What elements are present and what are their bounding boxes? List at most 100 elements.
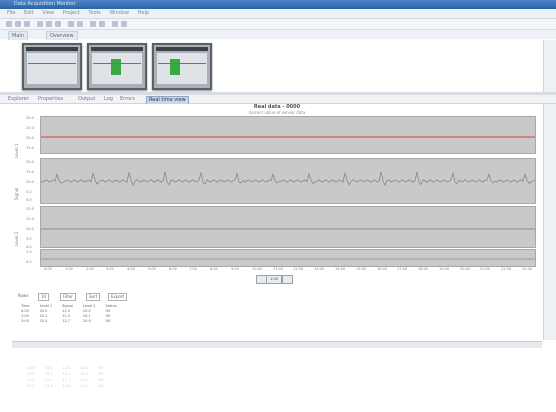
new-icon[interactable] — [6, 21, 12, 27]
menu-project[interactable]: Project — [63, 10, 80, 16]
x-tick-label: 5:00 — [148, 267, 156, 271]
export-button[interactable]: Export — [108, 293, 128, 301]
table-cell: OK — [98, 384, 104, 388]
settings-icon[interactable] — [112, 21, 118, 27]
plot-panel-1 — [40, 116, 536, 154]
copy-icon[interactable] — [46, 21, 52, 27]
panel-2-ytick: 20.0 — [26, 160, 34, 164]
next-button[interactable] — [282, 275, 293, 284]
menu-window[interactable]: Window — [109, 10, 129, 16]
screen-thumbnail[interactable] — [152, 43, 212, 90]
panel-3-ylabel: Level 2 — [14, 231, 19, 246]
menu-file[interactable]: File — [7, 10, 15, 16]
zoom-out-icon[interactable] — [99, 21, 105, 27]
x-tick-label: 9:00 — [231, 267, 239, 271]
chart-panel: Real data - 0000 current value of sensor… — [12, 104, 542, 290]
filter-button[interactable]: Filter — [60, 293, 76, 301]
menu-edit[interactable]: Edit — [24, 10, 34, 16]
tab-log[interactable]: Log — [104, 96, 113, 103]
screen-thumbnail[interactable] — [22, 43, 82, 90]
x-axis: 0:00 1:00 2:00 3:00 4:00 5:00 6:00 7:00 8:00 9:00… — [40, 267, 534, 273]
plot-panel-4 — [40, 249, 536, 267]
sort-button[interactable]: Sort — [86, 293, 101, 301]
zoom-in-icon[interactable] — [90, 21, 96, 27]
tab-overview[interactable]: Overview — [46, 31, 78, 40]
x-tick-label: 22:00 — [501, 267, 512, 271]
thumbnail-header — [156, 47, 208, 51]
data-table-region: Rows 10 Filter Sort Export Time Level 1 … — [12, 292, 542, 340]
x-tick-label: 8:00 — [210, 267, 218, 271]
run-icon[interactable] — [68, 21, 74, 27]
menu-tools[interactable]: Tools — [88, 10, 100, 16]
x-tick-label: 21:00 — [480, 267, 491, 271]
tab-properties[interactable]: Properties — [38, 96, 63, 103]
x-tick-label: 18:00 — [418, 267, 429, 271]
panel-2-ytick: 0.0 — [26, 198, 32, 202]
thumbnail-pane — [12, 40, 542, 92]
data-table: Time Level 1 Signal Level 2 Status 0:00 … — [16, 304, 122, 324]
thumbnail-body — [27, 53, 77, 84]
table-row[interactable]: 2:00 25.0 12.7 10.0 OK — [16, 319, 122, 324]
time-field[interactable]: 1:00 — [266, 275, 282, 284]
thumbnail-graph — [93, 63, 141, 64]
panel-4-ytick: 1.0 — [26, 250, 32, 254]
open-icon[interactable] — [15, 21, 21, 27]
table-row: 3:00 24.9 12.6 10.2 OK — [22, 383, 108, 389]
x-tick-label: 2:00 — [86, 267, 94, 271]
stop-icon[interactable] — [77, 21, 83, 27]
table-cell: 12.6 — [62, 384, 71, 388]
right-scrollbar[interactable] — [543, 40, 556, 340]
plot-panel-3-svg — [41, 228, 535, 230]
plot-panel-2 — [40, 158, 536, 204]
table-toolbar: Rows 10 Filter Sort Export — [12, 292, 542, 301]
plot-panel-2-svg — [40, 171, 536, 187]
panel-1-ytick: 25.0 — [26, 126, 34, 130]
rows-select[interactable]: 10 — [38, 293, 50, 301]
x-tick-label: 20:00 — [460, 267, 471, 271]
window-title-bar: Data Acquisition Monitor — [0, 0, 556, 9]
tab-main[interactable]: Main — [8, 31, 28, 40]
thumbnail-graph — [158, 63, 206, 64]
x-tick-label: 10:00 — [252, 267, 263, 271]
tab-main-label: Main — [12, 33, 24, 39]
screen-thumbnail[interactable] — [87, 43, 147, 90]
status-strip[interactable] — [12, 341, 542, 348]
tab-output[interactable]: Output — [78, 96, 95, 103]
panel-2-ytick: 5.0 — [26, 190, 32, 194]
save-icon[interactable] — [24, 21, 30, 27]
table-cell: OK — [105, 319, 111, 323]
chart-subtitle: current value of sensor data — [248, 110, 306, 115]
panel-1-ylabel: Level 1 — [14, 143, 19, 158]
menu-help[interactable]: Help — [138, 10, 149, 16]
window-title: Data Acquisition Monitor — [14, 1, 76, 7]
panel-1-ytick: 15.0 — [26, 146, 34, 150]
time-navigator: 1:00 — [256, 275, 316, 284]
tab-explorer[interactable]: Explorer — [8, 96, 29, 103]
document-tab-strip: Main Overview — [0, 30, 556, 40]
thumbnail-graph — [28, 63, 76, 64]
help-icon[interactable] — [121, 21, 127, 27]
x-tick-label: 3:00 — [106, 267, 114, 271]
table-cell: 2:00 — [21, 319, 29, 323]
thumbnail-indicator — [170, 59, 180, 75]
tab-errors[interactable]: Errors — [120, 96, 135, 103]
plot-panel-1-svg — [41, 136, 535, 138]
cut-icon[interactable] — [37, 21, 43, 27]
reflected-table: 0:00 25.0 12.5 10.0 OK 1:00 25.1 12.3 10… — [22, 365, 108, 389]
x-tick-label: 19:00 — [439, 267, 450, 271]
panel-2-ytick: 10.0 — [26, 180, 34, 184]
thumbnail-header — [26, 47, 78, 51]
panel-3-ytick: 0.0 — [26, 245, 32, 249]
table-cell: 10.2 — [80, 384, 89, 388]
paste-icon[interactable] — [55, 21, 61, 27]
panel-1-ytick: 20.0 — [26, 136, 34, 140]
menu-view[interactable]: View — [42, 10, 54, 16]
panel-3-ytick: 20.0 — [26, 207, 34, 211]
menu-bar: File Edit View Project Tools Window Help — [0, 9, 556, 19]
table-cell: 25.0 — [39, 319, 48, 323]
plot-panel-4-svg — [41, 258, 535, 260]
x-tick-label: 7:00 — [189, 267, 197, 271]
x-tick-label: 13:00 — [314, 267, 325, 271]
panel-4-ytick: 0.0 — [26, 260, 32, 264]
panel-2-ytick: 15.0 — [26, 170, 34, 174]
